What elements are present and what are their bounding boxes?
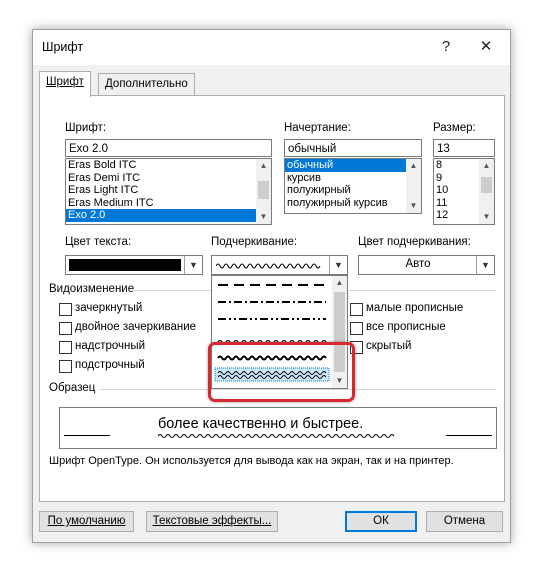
underline-label: Подчеркивание: xyxy=(211,236,298,248)
preview-text: более качественно и быстрее. xyxy=(158,416,364,432)
set-default-label: По умолчанию xyxy=(47,515,126,527)
style-list-item[interactable]: полужирный курсив xyxy=(285,197,421,210)
preview-group-label: Образец xyxy=(49,382,96,394)
font-list-item-selected[interactable]: Exo 2.0 xyxy=(66,209,271,222)
chevron-down-icon[interactable]: ▼ xyxy=(184,256,202,274)
double-strikethrough-label: двойное зачеркивание xyxy=(75,321,197,333)
text-effects-label: Текстовые эффекты... xyxy=(152,515,272,527)
preview-wave-underline xyxy=(158,434,395,438)
cancel-label: Отмена xyxy=(443,515,486,527)
style-list-item[interactable]: полужирный xyxy=(285,184,421,197)
style-input[interactable]: обычный xyxy=(284,139,422,157)
double-strikethrough-checkbox[interactable] xyxy=(59,322,72,335)
small-caps-checkbox[interactable] xyxy=(350,303,363,316)
font-tab-panel: Шрифт: Exo 2.0 Eras Bold ITC Eras Demi I… xyxy=(39,95,505,502)
style-list[interactable]: обычный курсив полужирный полужирный кур… xyxy=(284,158,422,214)
preview-baseline-right xyxy=(446,435,492,436)
scroll-down-icon[interactable]: ▼ xyxy=(479,210,494,224)
underline-combo[interactable]: ▼ xyxy=(211,255,348,275)
style-list-item[interactable]: курсив xyxy=(285,172,421,185)
dialog-title: Шрифт xyxy=(42,40,84,54)
text-color-label: Цвет текста: xyxy=(65,236,132,248)
superscript-checkbox[interactable] xyxy=(59,341,72,354)
ok-label: ОК xyxy=(373,515,389,527)
font-list-item[interactable]: Eras Bold ITC xyxy=(66,159,271,172)
scroll-up-icon[interactable]: ▲ xyxy=(406,159,421,173)
underline-wave-preview xyxy=(216,263,321,269)
style-list-item-selected[interactable]: обычный xyxy=(285,159,406,172)
all-caps-label: все прописные xyxy=(366,321,446,333)
close-button[interactable]: ✕ xyxy=(468,35,504,59)
tab-advanced-label: Дополнительно xyxy=(105,78,188,90)
effects-group-label: Видоизменение xyxy=(49,283,135,295)
set-default-button[interactable]: По умолчанию xyxy=(39,511,134,532)
ok-button[interactable]: ОК xyxy=(345,511,417,532)
font-dialog: Шрифт ? ✕ Шрифт Дополнительно Шрифт: Exo… xyxy=(32,29,511,543)
text-color-combo[interactable]: ▼ xyxy=(65,255,203,275)
all-caps-checkbox[interactable] xyxy=(350,322,363,335)
text-effects-button[interactable]: Текстовые эффекты... xyxy=(146,511,278,532)
title-bar: Шрифт ? ✕ xyxy=(33,30,510,65)
font-list-item[interactable]: Eras Light ITC xyxy=(66,184,271,197)
tab-font-label: Шрифт xyxy=(46,76,84,88)
font-list-item[interactable]: Eras Demi ITC xyxy=(66,172,271,185)
subscript-checkbox[interactable] xyxy=(59,360,72,373)
style-list-scrollbar[interactable]: ▲ ▼ xyxy=(406,159,421,213)
font-label: Шрифт: xyxy=(65,122,107,134)
style-label: Начертание: xyxy=(284,122,351,134)
chevron-down-icon[interactable]: ▼ xyxy=(329,256,347,274)
help-button[interactable]: ? xyxy=(428,35,464,59)
preview-note: Шрифт OpenType. Он используется для выво… xyxy=(49,455,454,467)
font-list[interactable]: Eras Bold ITC Eras Demi ITC Eras Light I… xyxy=(65,158,272,225)
preview-baseline-left xyxy=(64,435,110,436)
font-input[interactable]: Exo 2.0 xyxy=(65,139,272,157)
tab-advanced[interactable]: Дополнительно xyxy=(98,73,195,96)
small-caps-label: малые прописные xyxy=(366,302,464,314)
size-list-scrollbar[interactable]: ▲ ▼ xyxy=(479,159,494,224)
underline-color-combo[interactable]: Авто ▼ xyxy=(358,255,495,275)
font-list-scrollbar[interactable]: ▲ ▼ xyxy=(256,159,271,224)
tab-strip: Шрифт Дополнительно xyxy=(33,65,510,97)
preview-box: более качественно и быстрее. xyxy=(59,407,497,449)
tab-font[interactable]: Шрифт xyxy=(39,71,91,97)
underline-color-label: Цвет подчеркивания: xyxy=(358,236,471,248)
font-list-item[interactable]: Eras Medium ITC xyxy=(66,197,271,210)
size-label: Размер: xyxy=(433,122,476,134)
subscript-label: подстрочный xyxy=(75,359,145,371)
scroll-up-icon[interactable]: ▲ xyxy=(256,159,271,173)
scroll-down-icon[interactable]: ▼ xyxy=(256,210,271,224)
highlight-box xyxy=(208,342,355,402)
size-list[interactable]: 8 9 10 11 12 ▲ ▼ xyxy=(433,158,495,225)
chevron-down-icon[interactable]: ▼ xyxy=(476,256,494,274)
scroll-up-icon[interactable]: ▲ xyxy=(479,159,494,173)
hidden-label: скрытый xyxy=(366,340,412,352)
strikethrough-label: зачеркнутый xyxy=(75,302,143,314)
superscript-label: надстрочный xyxy=(75,340,146,352)
scroll-thumb[interactable] xyxy=(258,181,269,199)
underline-color-value: Авто xyxy=(405,258,431,270)
cancel-button[interactable]: Отмена xyxy=(426,511,503,532)
scroll-up-icon[interactable]: ▲ xyxy=(332,276,347,290)
scroll-thumb[interactable] xyxy=(481,177,492,193)
strikethrough-checkbox[interactable] xyxy=(59,303,72,316)
scroll-down-icon[interactable]: ▼ xyxy=(406,199,421,213)
text-color-swatch xyxy=(69,259,181,271)
size-input[interactable]: 13 xyxy=(433,139,495,157)
